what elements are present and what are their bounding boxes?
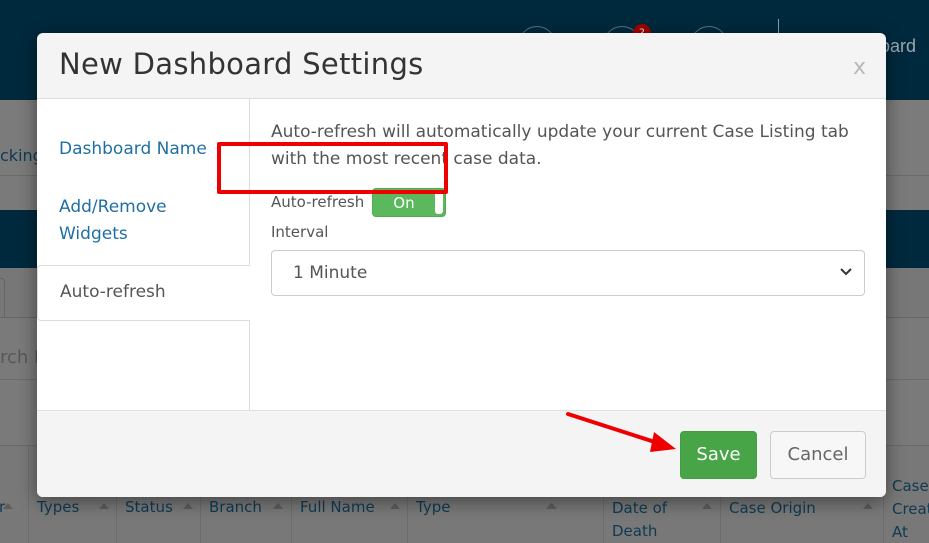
column-label: Death bbox=[612, 522, 658, 540]
column-label: r bbox=[0, 498, 6, 516]
nav-item-add-remove-widgets[interactable]: Add/Remove Widgets bbox=[59, 194, 229, 248]
auto-refresh-toggle-row: Auto-refresh On bbox=[271, 187, 447, 217]
dashboard-settings-modal: New Dashboard Settings x Dashboard Name … bbox=[37, 33, 886, 497]
modal-header: New Dashboard Settings x bbox=[37, 33, 886, 99]
sort-up-icon bbox=[3, 503, 13, 509]
sort-up-icon bbox=[390, 503, 400, 509]
toggle-label: Auto-refresh bbox=[271, 193, 365, 211]
sort-up-icon bbox=[183, 503, 193, 509]
nav-item-label: Auto-refresh bbox=[60, 282, 166, 302]
table-column-header[interactable]: r bbox=[0, 445, 28, 543]
table-column-header[interactable]: Case Creat At bbox=[883, 445, 929, 543]
column-label: Case Origin bbox=[729, 499, 816, 517]
auto-refresh-description: Auto-refresh will automatically update y… bbox=[271, 122, 849, 169]
modal-body: Dashboard Name Add/Remove Widgets Auto-r… bbox=[37, 99, 886, 410]
toggle-knob bbox=[435, 190, 444, 214]
interval-select[interactable]: 1 Minute bbox=[271, 250, 865, 296]
sort-up-icon bbox=[702, 503, 712, 509]
modal-footer: Save Cancel bbox=[37, 410, 886, 497]
modal-title: New Dashboard Settings bbox=[59, 47, 424, 81]
nav-item-auto-refresh[interactable]: Auto-refresh bbox=[37, 265, 250, 321]
interval-selected-value: 1 Minute bbox=[293, 263, 368, 283]
auto-refresh-toggle[interactable]: On bbox=[372, 187, 447, 217]
sort-up-icon bbox=[99, 503, 109, 509]
cancel-button[interactable]: Cancel bbox=[770, 431, 866, 479]
sort-up-icon bbox=[273, 503, 283, 509]
column-label: At bbox=[892, 523, 908, 541]
chevron-down-icon bbox=[840, 268, 852, 276]
column-label: Case bbox=[892, 477, 929, 495]
sort-up-icon bbox=[863, 503, 873, 509]
save-button[interactable]: Save bbox=[680, 431, 757, 479]
column-label: Type bbox=[416, 498, 451, 516]
close-icon[interactable]: x bbox=[853, 55, 866, 80]
search-input[interactable]: rch I bbox=[0, 347, 39, 368]
sort-up-icon bbox=[547, 503, 557, 509]
settings-side-nav: Dashboard Name Add/Remove Widgets Auto-r… bbox=[37, 99, 250, 410]
toggle-state-text: On bbox=[393, 193, 415, 212]
interval-label: Interval bbox=[271, 223, 329, 241]
background-tab[interactable] bbox=[0, 278, 5, 318]
column-label: Creat bbox=[892, 500, 929, 518]
nav-item-dashboard-name[interactable]: Dashboard Name bbox=[59, 136, 207, 163]
